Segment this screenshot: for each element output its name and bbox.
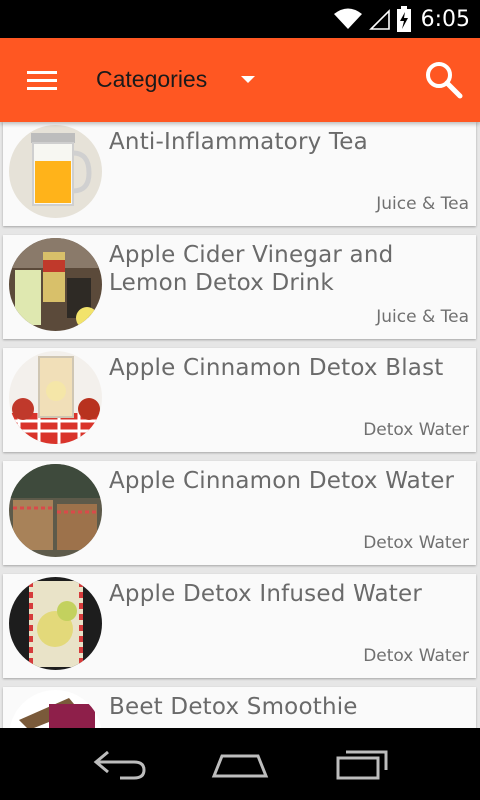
system-navigation-bar <box>0 728 480 800</box>
dropdown-caret-icon[interactable] <box>241 76 255 83</box>
recent-apps-icon[interactable] <box>332 746 392 782</box>
recipe-card[interactable]: Apple Cinnamon Detox Blast Detox Water <box>3 348 476 452</box>
recipe-category: Detox Water <box>363 646 469 666</box>
recipe-category: Juice & Tea <box>376 194 469 214</box>
recipe-thumbnail-apple-cinnamon-water <box>9 464 102 557</box>
status-bar: 6:05 <box>0 0 480 38</box>
recipe-card[interactable]: Apple Cider Vinegar and Lemon Detox Drin… <box>3 235 476 339</box>
recipe-title: Beet Detox Smoothie <box>109 694 358 720</box>
recipe-thumbnail-apple-infused <box>9 577 102 670</box>
recipe-title: Apple Cinnamon Detox Blast <box>109 355 444 381</box>
search-icon[interactable] <box>422 58 466 102</box>
recipe-category: Juice & Tea <box>376 307 469 327</box>
recipe-thumbnail-tea <box>9 125 102 218</box>
category-selector-title[interactable]: Categories <box>96 66 207 93</box>
battery-charging-icon <box>396 6 411 32</box>
recipe-card[interactable]: Beet Detox Smoothie <box>3 687 476 728</box>
recipe-thumbnail-cider <box>9 238 102 331</box>
signal-icon <box>368 9 390 30</box>
recipe-card[interactable]: Apple Detox Infused Water Detox Water <box>3 574 476 678</box>
recipe-list[interactable]: Anti-Inflammatory Tea Juice & Tea Apple … <box>0 122 480 728</box>
back-icon[interactable] <box>90 746 150 782</box>
recipe-title: Anti-Inflammatory Tea <box>109 129 368 155</box>
recipe-card[interactable]: Apple Cinnamon Detox Water Detox Water <box>3 461 476 565</box>
recipe-thumbnail-apple-cinnamon-blast <box>9 351 102 444</box>
recipe-title: Apple Cider Vinegar and Lemon Detox Drin… <box>109 242 394 296</box>
recipe-thumbnail-beet-smoothie <box>9 690 102 728</box>
recipe-category: Detox Water <box>363 533 469 553</box>
recipe-card[interactable]: Anti-Inflammatory Tea Juice & Tea <box>3 122 476 226</box>
status-icons: 6:05 <box>333 0 470 38</box>
app-bar: Categories <box>0 38 480 122</box>
status-time: 6:05 <box>420 6 470 32</box>
wifi-icon <box>333 8 362 29</box>
recipe-category: Detox Water <box>363 420 469 440</box>
recipe-title: Apple Cinnamon Detox Water <box>109 468 455 494</box>
recipe-title: Apple Detox Infused Water <box>109 581 423 607</box>
home-icon[interactable] <box>210 746 270 782</box>
hamburger-menu-icon[interactable] <box>18 62 66 98</box>
